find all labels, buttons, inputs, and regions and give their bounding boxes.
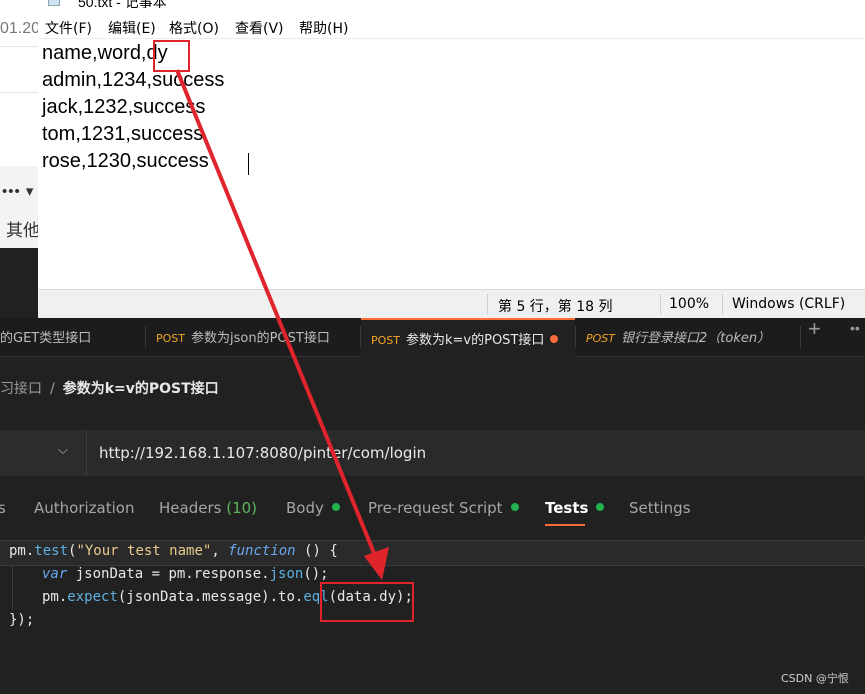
watermark: CSDN @宁恨 — [781, 672, 849, 685]
annotation-arrow — [175, 69, 389, 580]
